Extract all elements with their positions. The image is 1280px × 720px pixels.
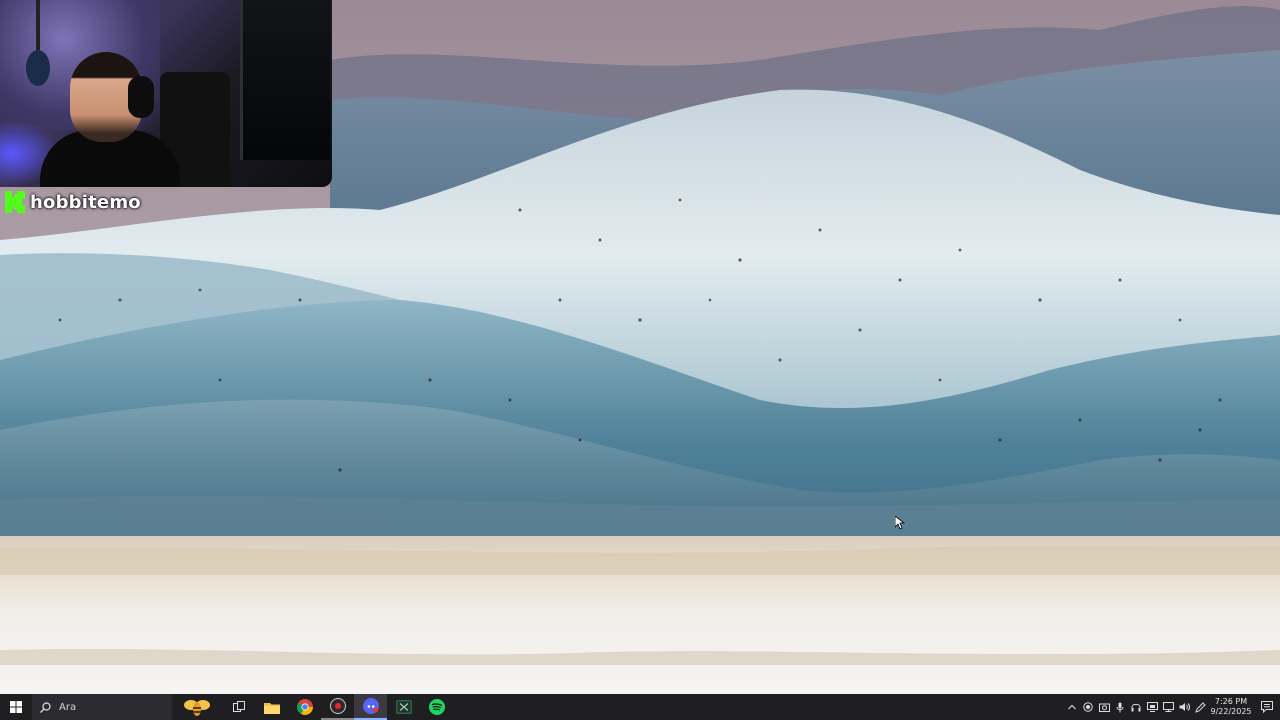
discord-icon <box>362 698 379 714</box>
taskbar-app-obs[interactable] <box>321 694 354 720</box>
clock-time: 7:26 PM <box>1214 697 1248 706</box>
taskbar-app-discord[interactable] <box>354 694 387 720</box>
taskbar-app-file-explorer[interactable] <box>255 694 288 720</box>
guitar-decoration <box>26 0 50 86</box>
streamer-name-tag: hobbitemo <box>4 188 141 216</box>
notification-icon <box>1261 701 1273 713</box>
obs-record-icon <box>329 698 346 714</box>
camera-icon[interactable] <box>1096 694 1112 720</box>
task-view-icon <box>232 701 245 712</box>
system-tray: 7:26 PM 9/22/2025 <box>1064 694 1280 720</box>
spotify-icon <box>428 699 445 715</box>
taskbar-app-chrome[interactable] <box>288 694 321 720</box>
taskbar-app-excel[interactable] <box>387 694 420 720</box>
webcam-window-backdrop <box>240 0 330 160</box>
notification-center-button[interactable] <box>1254 694 1280 720</box>
windows-start-icon <box>10 701 22 713</box>
folder-icon <box>263 702 280 714</box>
chrome-icon <box>296 699 313 715</box>
clock-date: 9/22/2025 <box>1210 707 1252 716</box>
chevron-up-icon[interactable] <box>1064 694 1080 720</box>
task-view-button[interactable] <box>222 694 255 720</box>
headset <box>128 76 154 118</box>
excel-icon <box>395 700 412 714</box>
streamer-name: hobbitemo <box>30 191 141 213</box>
taskbar: Ara 7:26 PM 9/22/2025 <box>0 694 1280 720</box>
taskbar-search-box[interactable]: Ara <box>32 694 172 720</box>
bee-widget-icon <box>184 700 210 716</box>
record-icon[interactable] <box>1080 694 1096 720</box>
display-icon[interactable] <box>1144 694 1160 720</box>
volume-icon[interactable] <box>1176 694 1192 720</box>
search-icon <box>40 701 51 713</box>
webcam-overlay <box>0 0 332 187</box>
microphone-icon[interactable] <box>1112 694 1128 720</box>
headphones-icon[interactable] <box>1128 694 1144 720</box>
mouse-pointer-icon <box>895 516 905 530</box>
taskbar-clock[interactable]: 7:26 PM 9/22/2025 <box>1208 694 1254 720</box>
kick-logo-icon <box>5 191 25 213</box>
search-highlight-widget[interactable] <box>172 694 222 720</box>
pen-icon[interactable] <box>1192 694 1208 720</box>
search-placeholder: Ara <box>59 701 77 713</box>
start-button[interactable] <box>0 694 32 720</box>
taskbar-app-spotify[interactable] <box>420 694 453 720</box>
network-icon[interactable] <box>1160 694 1176 720</box>
